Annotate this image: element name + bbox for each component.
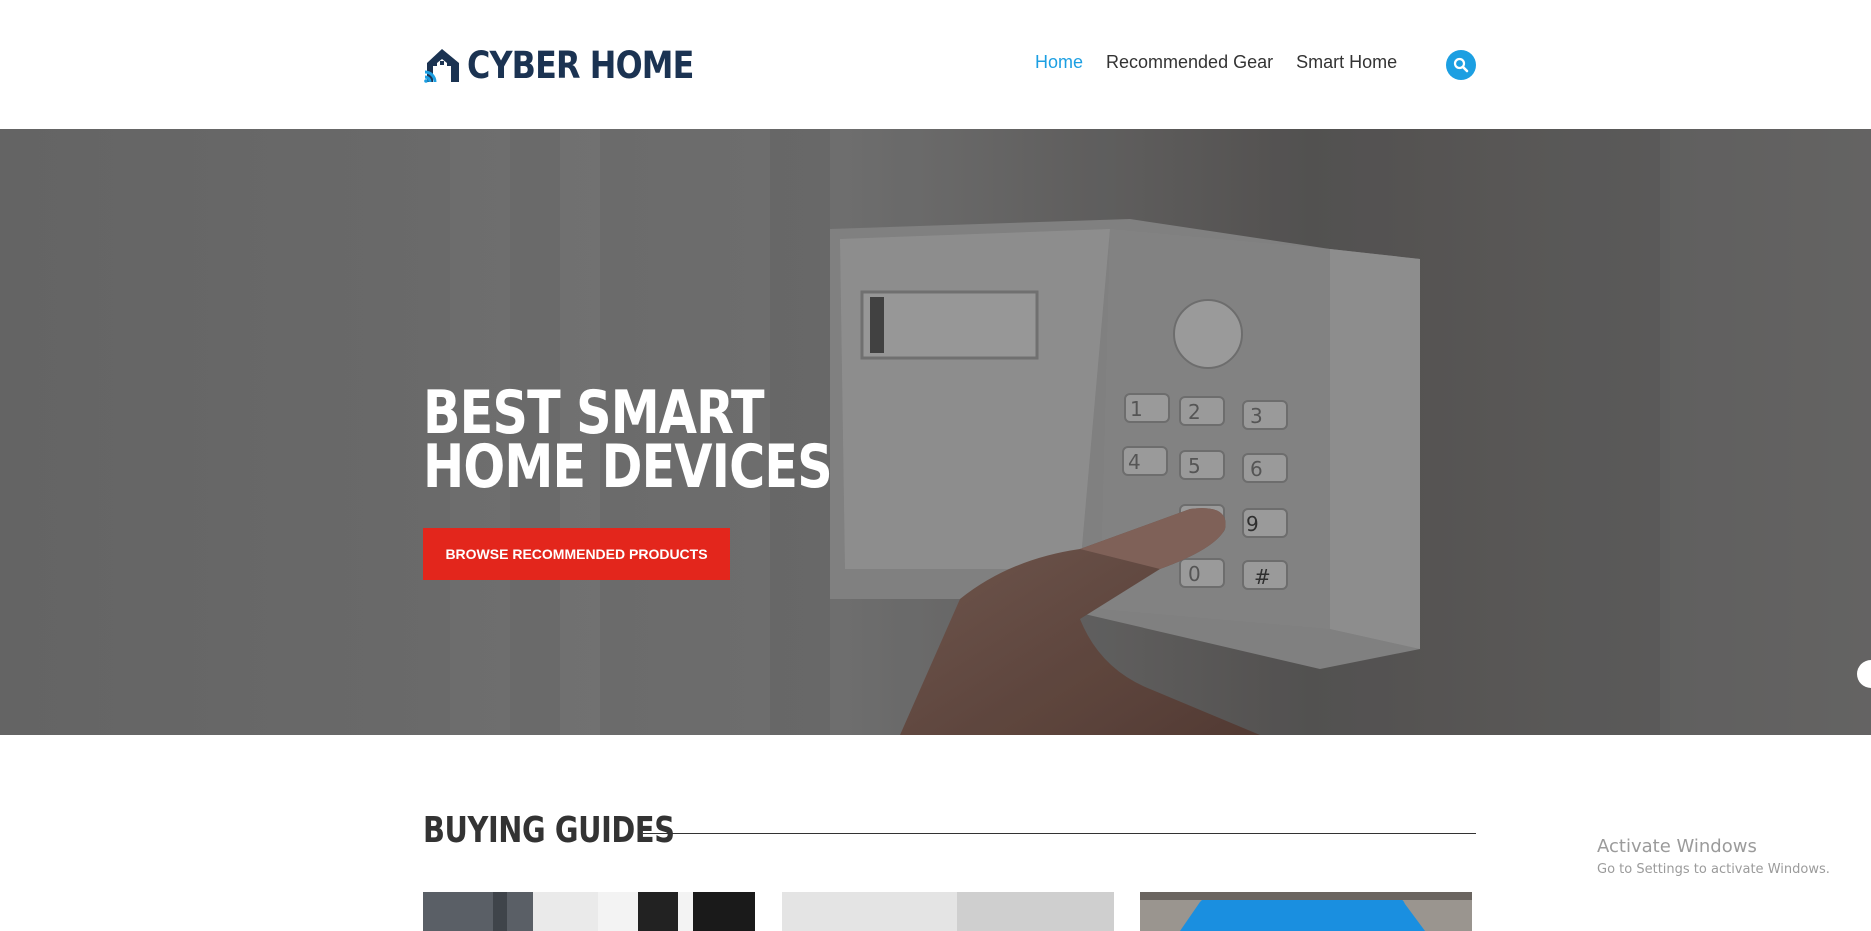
nav-smart-home[interactable]: Smart Home xyxy=(1296,52,1397,73)
section-divider xyxy=(643,833,1476,834)
guide-card-2[interactable] xyxy=(782,892,1114,931)
hero-banner: 123 456 9 0 # BEST SMART HOME DEVICES BROW… xyxy=(0,129,1871,735)
windows-activation-watermark: Activate Windows Go to Settings to activ… xyxy=(1597,836,1830,877)
search-icon xyxy=(1453,57,1469,73)
guide-card-1[interactable] xyxy=(423,892,755,931)
section-title: BUYING GUIDES xyxy=(423,810,675,851)
keypad-alarm-photo: 123 456 90 # xyxy=(0,129,1871,735)
watermark-subtitle: Go to Settings to activate Windows. xyxy=(1597,862,1830,877)
watermark-title: Activate Windows xyxy=(1597,836,1757,857)
guide-thumbnail-3 xyxy=(1140,892,1472,931)
guide-thumbnail-1 xyxy=(423,892,755,931)
search-button[interactable] xyxy=(1446,50,1476,80)
main-nav: Home Recommended Gear Smart Home xyxy=(1035,52,1420,73)
nav-home[interactable]: Home xyxy=(1035,52,1083,73)
site-header: CYBER HOME Home Recommended Gear Smart H… xyxy=(0,0,1871,129)
site-logo[interactable]: CYBER HOME xyxy=(423,43,730,87)
nav-recommended-gear[interactable]: Recommended Gear xyxy=(1106,52,1273,73)
guide-card-3[interactable] xyxy=(1140,892,1472,931)
browse-products-button[interactable]: BROWSE RECOMMENDED PRODUCTS xyxy=(423,528,730,580)
house-wifi-icon xyxy=(424,49,459,83)
guide-thumbnail-2 xyxy=(782,892,1114,931)
hero-title-line-2: HOME DEVICES xyxy=(423,432,833,502)
logo-text: CYBER HOME xyxy=(467,43,694,87)
buying-guides-header: BUYING GUIDES xyxy=(423,810,1476,851)
hero-title: BEST SMART HOME DEVICES xyxy=(423,383,833,502)
